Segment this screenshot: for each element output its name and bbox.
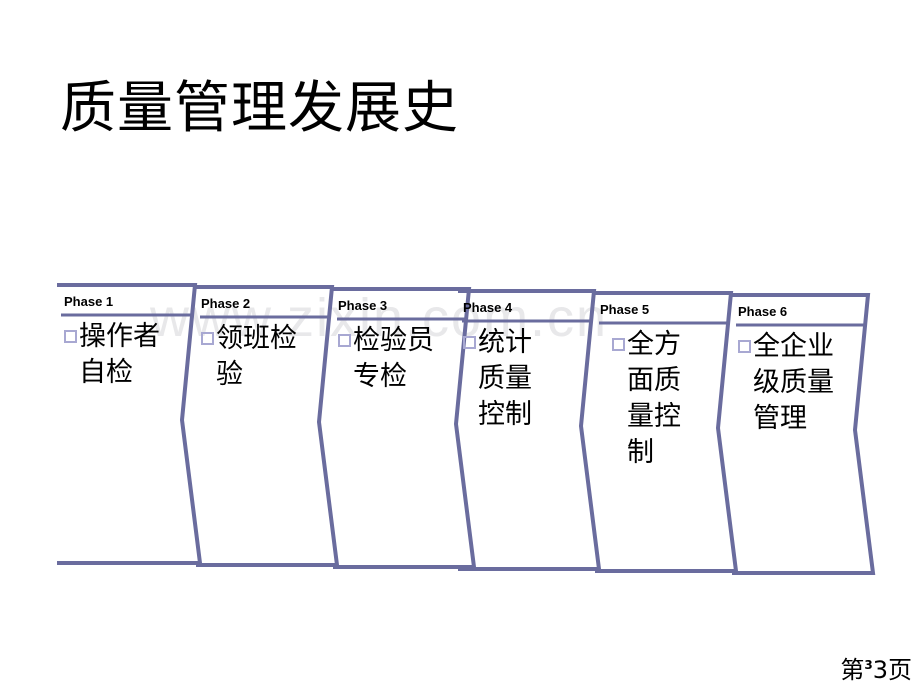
phase-cell-5[interactable]: Phase 5 全方面质量控制 (600, 302, 698, 471)
phase-body-4: 统计质量控制 (463, 325, 549, 433)
phase-label-4: Phase 4 (463, 300, 513, 315)
phase-text-2: 领班检验 (216, 323, 297, 390)
phase-text-1: 操作者自检 (79, 321, 160, 388)
page-number-value: 3 (872, 656, 888, 684)
checkbox-bullet-icon (612, 338, 625, 351)
phase-body-6: 全企业级质量管理 (738, 329, 856, 437)
page-title: 质量管理发展史 (60, 76, 459, 141)
slide-canvas: www.zixin.com.cn 质量管理发展史 Phase 1 操作者自检 P (0, 0, 920, 690)
phase-cell-4[interactable]: Phase 4 统计质量控制 (463, 300, 549, 433)
phase-text-4: 统计质量控制 (478, 327, 532, 430)
checkbox-bullet-icon (338, 334, 351, 347)
phase-body-3: 检验员专检 (338, 323, 456, 395)
page-number-suffix: 页 (888, 656, 912, 684)
phase-cell-1[interactable]: Phase 1 操作者自检 (64, 294, 182, 391)
checkbox-bullet-icon (738, 340, 751, 353)
phase-text-6: 全企业级质量管理 (753, 331, 834, 434)
phase-label-5: Phase 5 (600, 302, 650, 317)
phase-body-2: 领班检验 (201, 321, 319, 393)
phase-label-2: Phase 2 (201, 296, 251, 311)
page-number: 第33页 (840, 656, 912, 684)
phase-cell-2[interactable]: Phase 2 领班检验 (201, 296, 319, 393)
phase-cell-6[interactable]: Phase 6 全企业级质量管理 (738, 304, 856, 437)
phase-label-1: Phase 1 (64, 294, 114, 309)
page-number-prefix: 第 (840, 656, 865, 684)
phase-text-5: 全方面质量控制 (627, 329, 681, 468)
phase-label-6: Phase 6 (738, 304, 788, 319)
page-number-superscript: 3 (864, 658, 873, 672)
phase-label-3: Phase 3 (338, 298, 388, 313)
phase-body-1: 操作者自检 (64, 319, 182, 391)
phase-cell-3[interactable]: Phase 3 检验员专检 (338, 298, 456, 395)
phase-text-3: 检验员专检 (353, 325, 434, 392)
checkbox-bullet-icon (64, 330, 77, 343)
checkbox-bullet-icon (201, 332, 214, 345)
checkbox-bullet-icon (463, 336, 476, 349)
phase-body-5: 全方面质量控制 (612, 327, 698, 471)
